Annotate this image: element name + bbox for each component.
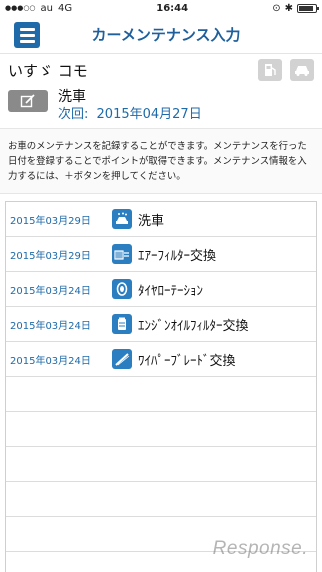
- maintenance-record-row[interactable]: 2015年03月29日 ｴｱｰﾌｨﾙﾀｰ交換: [6, 237, 316, 272]
- record-date: 2015年03月24日: [10, 320, 91, 332]
- edit-button[interactable]: [8, 90, 48, 112]
- record-date: 2015年03月24日: [10, 285, 91, 297]
- edit-icon: [20, 94, 35, 108]
- battery-icon: [296, 3, 319, 13]
- oil-filter-icon: [112, 314, 132, 334]
- next-maintenance: 洗車 次回: 2015年04月27日: [0, 86, 322, 124]
- car-name: いすゞ コモ: [8, 61, 88, 80]
- empty-row: [6, 412, 316, 447]
- network-label: 4G: [58, 2, 73, 14]
- record-date: 2015年03月29日: [10, 250, 91, 262]
- record-date: 2015年03月24日: [10, 355, 91, 367]
- maintenance-record-row[interactable]: 2015年03月24日 ｴﾝｼﾞﾝｵｲﾙﾌｨﾙﾀｰ交換: [6, 307, 316, 342]
- record-name: ｴﾝｼﾞﾝｵｲﾙﾌｨﾙﾀｰ交換: [138, 318, 249, 334]
- record-date: 2015年03月29日: [10, 215, 91, 227]
- next-maintenance-title: 洗車: [58, 89, 86, 105]
- record-name: ﾜｲﾊﾟｰﾌﾞﾚｰﾄﾞ交換: [138, 353, 236, 369]
- car-row: いすゞ コモ: [0, 54, 322, 86]
- hamburger-icon: [19, 27, 35, 31]
- empty-row: [6, 447, 316, 482]
- maintenance-record-row[interactable]: 2015年03月24日 ﾀｲﾔﾛｰﾃｰｼｮﾝ: [6, 272, 316, 307]
- maintenance-record-row[interactable]: 2015年03月29日 洗車: [6, 202, 316, 237]
- next-maintenance-date: 次回: 2015年04月27日: [58, 107, 202, 122]
- status-bar: ●●●○○ au 4G 16:44 ⊙ ✱: [0, 0, 322, 16]
- fuel-icon[interactable]: [258, 59, 282, 81]
- tire-icon: [112, 279, 132, 299]
- maintenance-list: 2015年03月29日 洗車 2015年03月29日 ｴｱｰﾌｨﾙﾀｰ交換 2015年0…: [5, 201, 317, 572]
- header-bar: カーメンテナンス入力: [0, 16, 322, 54]
- signal-strength-icon: ●●●○○: [5, 4, 36, 12]
- page-title: カーメンテナンス入力: [91, 26, 241, 44]
- empty-row: [6, 482, 316, 517]
- record-name: 洗車: [138, 213, 165, 229]
- record-name: ｴｱｰﾌｨﾙﾀｰ交換: [138, 248, 217, 264]
- wiper-icon: [112, 349, 132, 369]
- menu-button[interactable]: [14, 22, 40, 48]
- car-wash-icon: [112, 209, 132, 229]
- empty-row: [6, 377, 316, 412]
- location-icon: ⊙: [272, 2, 281, 14]
- carrier-label: au: [40, 2, 54, 14]
- clock: 16:44: [156, 2, 189, 14]
- watermark: Response.: [212, 538, 308, 559]
- record-name: ﾀｲﾔﾛｰﾃｰｼｮﾝ: [138, 283, 203, 299]
- car-icon[interactable]: [290, 59, 314, 81]
- bluetooth-icon: ✱: [284, 2, 293, 14]
- description-text: お車のメンテナンスを記録することができます。メンテナンスを行った日付を登録するこ…: [0, 128, 322, 194]
- air-filter-icon: [112, 244, 132, 264]
- maintenance-record-row[interactable]: 2015年03月24日 ﾜｲﾊﾟｰﾌﾞﾚｰﾄﾞ交換: [6, 342, 316, 377]
